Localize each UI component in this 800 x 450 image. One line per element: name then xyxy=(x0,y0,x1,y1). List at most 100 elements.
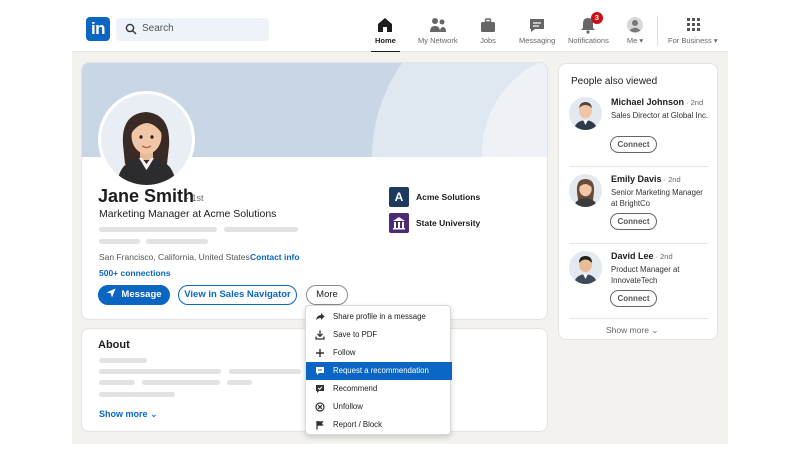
contact-info-link[interactable]: Contact info xyxy=(250,252,300,262)
menu-item-follow[interactable]: Follow xyxy=(306,344,452,362)
message-button-label: Message xyxy=(121,289,162,300)
divider xyxy=(569,318,708,319)
message-icon xyxy=(530,19,545,32)
person-portrait-illustration xyxy=(569,97,602,130)
sales-navigator-button[interactable]: View in Sales Navigator xyxy=(178,285,297,305)
divider xyxy=(569,166,708,167)
nav-messaging-label: Messaging xyxy=(519,36,556,45)
message-button[interactable]: Message xyxy=(98,285,170,305)
person-degree: · 2nd xyxy=(655,252,673,261)
person-degree: · 2nd xyxy=(663,175,681,184)
menu-item-report-block[interactable]: Report / Block xyxy=(306,416,452,434)
search-input[interactable]: Search xyxy=(116,18,269,41)
briefcase-icon xyxy=(481,18,495,32)
menu-item-request-recommendation[interactable]: Request a recommendation xyxy=(306,362,452,380)
connection-degree: · 1st xyxy=(186,193,204,203)
person-degree: · 2nd xyxy=(686,98,704,107)
nav-messaging[interactable]: Messaging xyxy=(519,16,555,52)
placeholder-line xyxy=(224,227,298,232)
connect-button[interactable]: Connect xyxy=(610,290,657,307)
connect-button[interactable]: Connect xyxy=(610,213,657,230)
linkedin-logo[interactable]: in xyxy=(86,17,110,41)
menu-item-label: Request a recommendation xyxy=(333,366,429,375)
about-show-more[interactable]: Show more ⌄ xyxy=(99,409,158,420)
menu-item-share-profile[interactable]: Share profile in a message xyxy=(306,308,452,326)
recommend-icon xyxy=(316,385,324,393)
suggested-person[interactable]: David Lee · 2nd Product Manager at Innova… xyxy=(569,251,714,317)
placeholder-line xyxy=(99,227,217,232)
menu-item-label: Save to PDF xyxy=(333,330,378,339)
suggested-person[interactable]: Michael Johnson · 2nd Sales Director at G… xyxy=(569,97,714,163)
flag-icon xyxy=(316,421,324,430)
menu-item-recommend[interactable]: Recommend xyxy=(306,380,452,398)
placeholder-line xyxy=(142,380,220,385)
university-name: State University xyxy=(416,218,481,228)
grid-icon xyxy=(686,18,700,31)
nav-divider xyxy=(657,16,658,46)
placeholder-line xyxy=(99,380,135,385)
share-icon xyxy=(316,313,325,320)
nav-me-label: Me ▾ xyxy=(626,36,644,45)
menu-item-label: Report / Block xyxy=(333,420,382,429)
person-avatar[interactable] xyxy=(569,251,602,284)
people-also-viewed-title: People also viewed xyxy=(571,76,658,87)
menu-item-label: Unfollow xyxy=(333,402,363,411)
sidebar-show-more[interactable]: Show more ⌄ xyxy=(606,325,658,336)
person-name: Emily Davis xyxy=(611,174,662,184)
more-actions-menu: Share profile in a message Save to PDF F… xyxy=(305,305,452,435)
top-nav-bar: in Search Home My Network Jobs Messaging… xyxy=(72,10,728,53)
person-title: Senior Marketing Manager at BrightCo xyxy=(611,188,703,208)
placeholder-line xyxy=(229,369,301,374)
profile-headline: Marketing Manager at Acme Solutions xyxy=(99,208,277,220)
menu-item-label: Share profile in a message xyxy=(333,312,426,321)
download-icon xyxy=(315,330,325,340)
menu-item-label: Recommend xyxy=(333,384,378,393)
send-icon xyxy=(106,288,116,298)
divider xyxy=(569,243,708,244)
nav-me[interactable]: Me ▾ xyxy=(625,16,645,52)
search-placeholder: Search xyxy=(142,23,174,34)
nav-jobs[interactable]: Jobs xyxy=(478,16,498,52)
connections-link[interactable]: 500+ connections xyxy=(99,268,171,278)
menu-item-unfollow[interactable]: Unfollow xyxy=(306,398,452,416)
placeholder-line xyxy=(99,369,221,374)
profile-photo[interactable] xyxy=(98,91,195,188)
person-title: Product Manager at InnovateTech xyxy=(611,265,680,285)
nav-home[interactable]: Home xyxy=(371,16,400,53)
more-button[interactable]: More xyxy=(306,285,348,305)
plus-icon xyxy=(316,349,324,357)
nav-jobs-label: Jobs xyxy=(480,36,496,45)
university-logo xyxy=(389,213,409,233)
connect-button[interactable]: Connect xyxy=(610,136,657,153)
person-portrait-illustration xyxy=(569,251,602,284)
person-avatar[interactable] xyxy=(569,97,602,130)
company-name: Acme Solutions xyxy=(416,192,481,202)
menu-item-save-pdf[interactable]: Save to PDF xyxy=(306,326,452,344)
nav-for-business[interactable]: For Business ▾ xyxy=(668,16,718,52)
placeholder-line xyxy=(146,239,208,244)
network-icon xyxy=(429,18,446,32)
person-name-line[interactable]: David Lee · 2nd xyxy=(611,251,673,261)
placeholder-line xyxy=(99,392,175,397)
placeholder-line xyxy=(99,358,147,363)
notification-badge: 3 xyxy=(590,12,603,24)
person-name-line[interactable]: Emily Davis · 2nd xyxy=(611,174,681,184)
university-icon xyxy=(393,217,405,230)
suggested-person[interactable]: Emily Davis · 2nd Senior Marketing Manage… xyxy=(569,174,714,240)
placeholder-line xyxy=(99,239,140,244)
about-title: About xyxy=(98,339,130,351)
person-avatar[interactable] xyxy=(569,174,602,207)
profile-location: San Francisco, California, United States xyxy=(99,252,250,262)
nav-for-business-label: For Business ▾ xyxy=(668,36,718,45)
nav-notifications-label: Notifications xyxy=(568,36,609,45)
home-icon xyxy=(378,18,393,32)
person-title: Sales Director at Global Inc. xyxy=(611,111,709,120)
nav-notifications[interactable]: 3 Notifications xyxy=(568,12,609,52)
company-logo: A xyxy=(389,187,409,207)
nav-my-network[interactable]: My Network xyxy=(418,16,458,52)
avatar-icon xyxy=(627,17,643,33)
nav-home-label: Home xyxy=(375,36,396,45)
profile-name: Jane Smith xyxy=(98,186,195,206)
person-name-line[interactable]: Michael Johnson · 2nd xyxy=(611,97,703,107)
search-icon xyxy=(125,23,137,35)
